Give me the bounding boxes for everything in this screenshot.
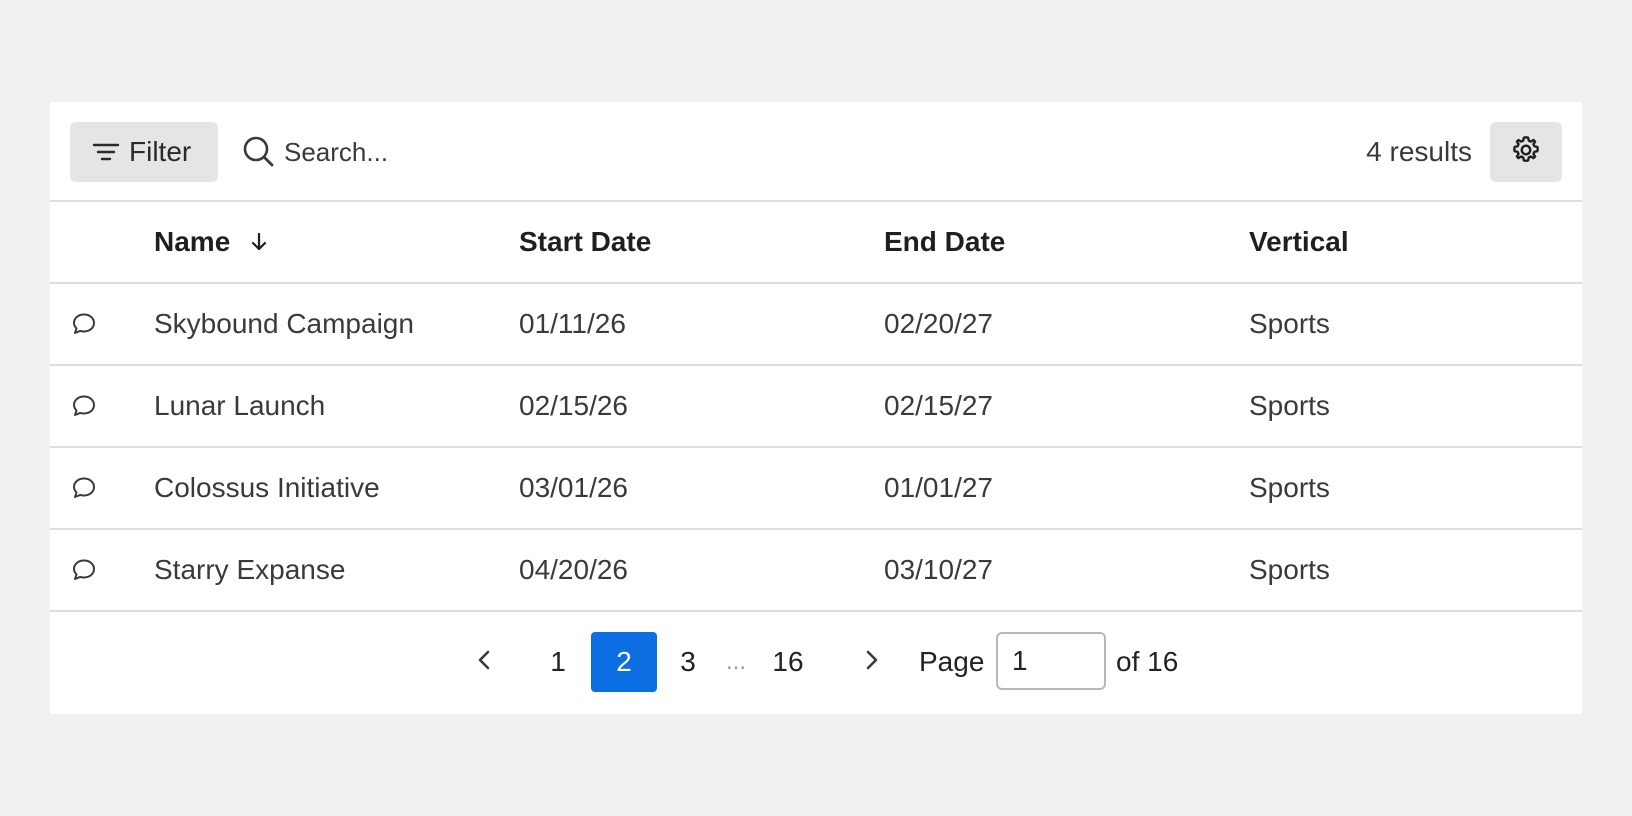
table-toolbar: Filter 4 results [50, 102, 1582, 202]
row-vertical: Sports [1249, 308, 1330, 339]
chevron-right-icon [862, 648, 882, 677]
row-end-date: 02/15/27 [884, 390, 993, 421]
page-3-button[interactable]: 3 [658, 632, 718, 692]
row-start-date: 02/15/26 [519, 390, 628, 421]
comment-icon[interactable] [70, 366, 110, 446]
next-page-button[interactable] [854, 632, 890, 692]
row-name: Colossus Initiative [154, 472, 380, 503]
table-row[interactable]: Skybound Campaign 01/11/26 02/20/27 Spor… [50, 284, 1582, 366]
row-name: Starry Expanse [154, 554, 346, 585]
column-header-name-label: Name [154, 226, 231, 257]
row-end-date: 01/01/27 [884, 472, 993, 503]
table-row[interactable]: Colossus Initiative 03/01/26 01/01/27 Sp… [50, 448, 1582, 530]
row-start-date: 01/11/26 [519, 308, 626, 339]
settings-button[interactable] [1490, 122, 1562, 182]
results-count: 4 results [1366, 136, 1472, 167]
table-header-row: Name Start Date End Date Vertical [50, 202, 1582, 284]
row-start-date: 03/01/26 [519, 472, 628, 503]
chevron-left-icon [474, 648, 494, 677]
filter-button[interactable]: Filter [70, 122, 218, 182]
table-row[interactable]: Starry Expanse 04/20/26 03/10/27 Sports [50, 530, 1582, 612]
search-icon [242, 135, 276, 169]
row-vertical: Sports [1249, 554, 1330, 585]
gear-icon [1510, 134, 1542, 171]
column-header-vertical[interactable]: Vertical [1249, 202, 1549, 282]
page-of-total: of 16 [1116, 646, 1179, 677]
search-input[interactable] [284, 136, 744, 168]
pagination: 1 2 3 ... 16 Page of 16 [50, 612, 1582, 712]
row-vertical: Sports [1249, 390, 1330, 421]
page-1-button[interactable]: 1 [526, 632, 590, 692]
filter-lines-icon [92, 138, 120, 166]
page-2-button-current[interactable]: 2 [591, 632, 657, 692]
filter-label: Filter [129, 136, 192, 167]
comment-icon[interactable] [70, 448, 110, 528]
row-name: Skybound Campaign [154, 308, 414, 339]
page-16-button[interactable]: 16 [756, 632, 820, 692]
column-header-start-date[interactable]: Start Date [519, 202, 859, 282]
comment-icon[interactable] [70, 284, 110, 364]
comment-icon[interactable] [70, 530, 110, 610]
row-end-date: 03/10/27 [884, 554, 993, 585]
header-icon-column [70, 202, 110, 282]
pagination-ellipsis: ... [725, 648, 746, 675]
data-table-panel: Filter 4 results Name [50, 102, 1582, 714]
page-number-input[interactable] [996, 632, 1106, 690]
row-vertical: Sports [1249, 472, 1330, 503]
column-header-end-date[interactable]: End Date [884, 202, 1224, 282]
prev-page-button[interactable] [466, 632, 502, 692]
row-name: Lunar Launch [154, 390, 326, 421]
table-row[interactable]: Lunar Launch 02/15/26 02/15/27 Sports [50, 366, 1582, 448]
column-header-name[interactable]: Name [154, 202, 494, 282]
page-label: Page [919, 646, 985, 677]
search-bar [242, 122, 762, 182]
row-start-date: 04/20/26 [519, 554, 628, 585]
row-end-date: 02/20/27 [884, 308, 993, 339]
arrow-down-icon[interactable] [248, 231, 270, 253]
